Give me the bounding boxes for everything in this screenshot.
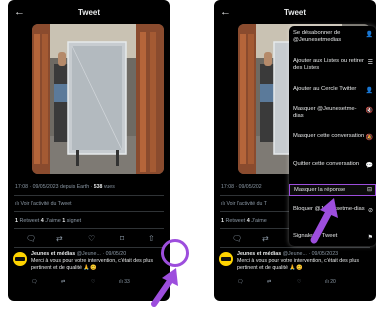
like-icon[interactable]: ♡ <box>88 234 95 244</box>
retweet-icon[interactable]: ⇄ <box>267 279 271 285</box>
reply-author-name[interactable]: Jeunes et médias <box>31 251 75 257</box>
tweet-meta: 17:08 · 09/05/202 <box>221 184 262 190</box>
retweet-icon[interactable]: ⇄ <box>61 279 65 285</box>
unfollow-icon: 👤 <box>365 32 373 38</box>
menu-item-unfollow[interactable]: Se désabonner de @Jeunesetmedias 👤 <box>289 30 376 44</box>
retweets-link[interactable]: Retweet <box>224 218 247 224</box>
menu-item-label: Ajouter au Cercle Twitter <box>293 86 357 92</box>
mute-icon: 🔇 <box>365 108 373 114</box>
menu-item-mute-conversation[interactable]: Masquer cette conversation 🔕 <box>289 133 376 141</box>
menu-item-hide-reply[interactable]: Masquer la réponse ⊟ <box>289 184 376 196</box>
reply-tweet[interactable]: Jeunes et médias @Jeune... · 09/05/2023 … <box>219 250 371 296</box>
phone-screen-left: ← Tweet 17:08 · 09/05/2023 depuis Earth … <box>8 0 170 301</box>
reply-actions: 🗨 ⇄ ♡ ılı 20 <box>237 279 367 287</box>
reply-icon[interactable]: 🗨 <box>31 279 37 285</box>
menu-item-label: Ajouter aux Listes ou retirer des Listes <box>293 58 364 71</box>
likes-link[interactable]: J'aime <box>250 218 266 224</box>
reply-actions: 🗨 ⇄ ♡ ılı 33 <box>31 279 161 287</box>
bookmarks-link[interactable]: signet <box>65 218 81 224</box>
like-icon[interactable]: ♡ <box>297 279 301 285</box>
tweet-activity-link[interactable]: ılı Voir l'activité du Tweet <box>15 201 72 207</box>
reply-icon[interactable]: 🗨 <box>237 279 243 285</box>
menu-item-label: Quitter cette conversation <box>293 161 360 167</box>
activity-label: Voir l'activité du Tweet <box>20 201 72 207</box>
bookmark-icon[interactable]: ⌑ <box>120 234 124 244</box>
menu-item-label: Masquer cette conversation <box>293 133 365 139</box>
chart-icon: ılı <box>15 201 20 207</box>
reply-tweet[interactable]: Jeunes et médias @Jeune... · 09/05/20 Me… <box>13 250 165 296</box>
views-label: vues <box>102 184 115 190</box>
avatar[interactable] <box>13 252 27 266</box>
chart-icon: ılı <box>221 201 226 207</box>
page-title: Tweet <box>283 8 307 17</box>
divider <box>14 228 164 229</box>
tweet-stats: 1 Retweet 4 J'aime <box>221 218 267 224</box>
reply-author-name[interactable]: Jeunes et médias <box>237 251 281 257</box>
reply-handle: @Jeune... · 09/05/2023 <box>282 251 339 257</box>
block-icon: ⊘ <box>367 208 373 214</box>
reply-icon[interactable]: 🗨 <box>232 234 242 244</box>
retweets-link[interactable]: Retweet <box>18 218 41 224</box>
tweet-activity-link[interactable]: ılı Voir l'activité du T <box>221 201 267 207</box>
phone-screen-right: ← Tweet 17:08 · 09/05/202 ılı Voir l'act… <box>214 0 376 301</box>
page-title: Tweet <box>77 8 101 17</box>
voting-booth-illustration <box>32 24 164 174</box>
hide-reply-icon: ⊟ <box>366 187 372 193</box>
tweet-photo[interactable] <box>32 24 164 174</box>
retweet-icon[interactable]: ⇄ <box>56 234 63 244</box>
menu-item-label: Masquer @Jeunesetme-dias <box>293 106 357 119</box>
reply-text: Merci à vous pour votre intervention, c'… <box>31 258 154 271</box>
reply-header: Jeunes et médias @Jeune... · 09/05/20 <box>31 251 126 257</box>
reply-text: Merci à vous pour votre intervention, c'… <box>237 258 360 271</box>
top-bar: ← Tweet <box>214 0 376 26</box>
reply-header: Jeunes et médias @Jeune... · 09/05/2023 <box>237 251 338 257</box>
highlight-circle <box>161 239 189 267</box>
menu-item-label: Masquer la réponse <box>294 186 346 193</box>
menu-item-label: Se désabonner de @Jeunesetmedias <box>293 30 342 43</box>
leave-conversation-icon: 💬 <box>365 163 373 169</box>
reply-views-count: 33 <box>124 279 130 285</box>
divider <box>14 247 164 248</box>
list-icon: ☰ <box>367 60 373 66</box>
menu-item-leave-conversation[interactable]: Quitter cette conversation 💬 <box>289 161 376 169</box>
views-icon[interactable]: ılı 33 <box>119 279 130 285</box>
tweet-actions: 🗨 ⇄ ♡ ⌑ ⇧ <box>26 234 156 244</box>
share-icon[interactable]: ⇧ <box>148 234 155 244</box>
divider <box>220 247 370 248</box>
tweet-timestamp: 17:08 · 09/05/2023 depuis Earth · <box>15 184 94 190</box>
annotation-arrow-right <box>310 198 338 244</box>
menu-item-mute-user[interactable]: Masquer @Jeunesetme-dias 🔇 <box>289 106 376 120</box>
divider <box>14 195 164 196</box>
annotation-arrow-left <box>151 268 178 307</box>
circle-icon: 👤 <box>365 88 373 94</box>
top-bar: ← Tweet <box>8 0 170 26</box>
reply-icon[interactable]: 🗨 <box>26 234 36 244</box>
report-icon: ⚑ <box>367 235 373 241</box>
like-icon[interactable]: ♡ <box>91 279 95 285</box>
tweet-meta: 17:08 · 09/05/2023 depuis Earth · 538 vu… <box>15 184 115 190</box>
mute-conversation-icon: 🔕 <box>365 135 373 141</box>
menu-item-circle[interactable]: Ajouter au Cercle Twitter 👤 <box>289 86 376 94</box>
avatar[interactable] <box>219 252 233 266</box>
likes-link[interactable]: J'aime <box>44 218 62 224</box>
retweet-icon[interactable]: ⇄ <box>262 234 269 244</box>
divider <box>14 211 164 212</box>
reply-views-count: 20 <box>330 279 336 285</box>
tweet-stats: 1 Retweet 4 J'aime 1 signet <box>15 218 81 224</box>
views-icon[interactable]: ılı 20 <box>325 279 336 285</box>
menu-item-lists[interactable]: Ajouter aux Listes ou retirer des Listes… <box>289 58 376 72</box>
reply-handle: @Jeune... · 09/05/20 <box>75 251 127 257</box>
activity-label: Voir l'activité du T <box>226 201 267 207</box>
